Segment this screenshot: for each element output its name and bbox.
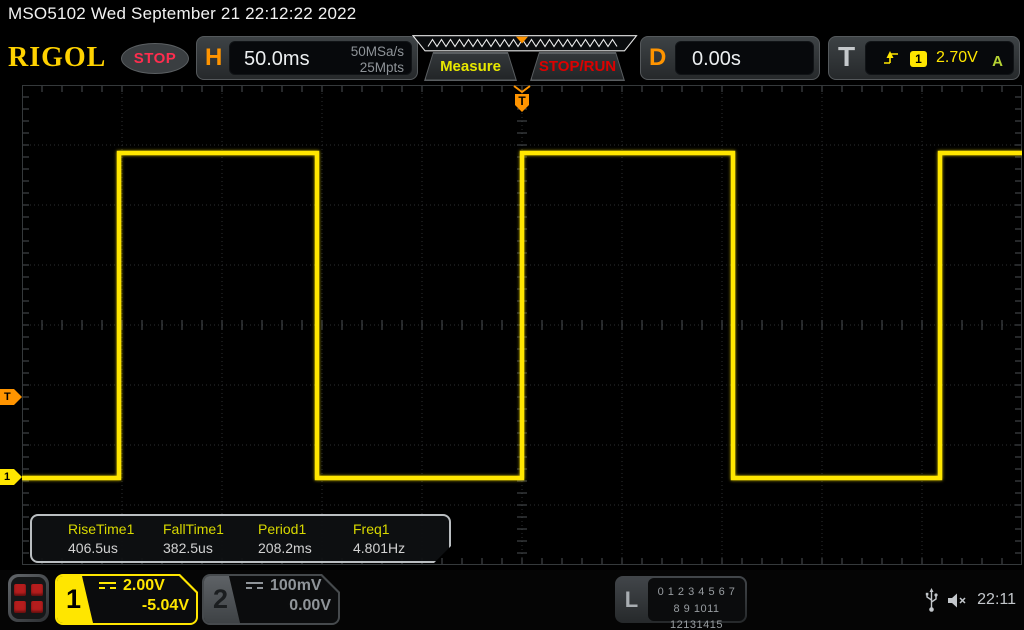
delay-label: D (649, 44, 667, 71)
measurement-freq: Freq1 4.801Hz (353, 516, 448, 561)
trigger-box: 1 2.70V A (865, 41, 1014, 75)
stop-run-button[interactable]: STOP/RUN (530, 52, 625, 81)
dc-coupling-icon (99, 581, 116, 591)
measurement-value: 406.5us (68, 540, 118, 556)
rigol-logo: RIGOL (8, 42, 107, 73)
menu-grid-icon (11, 577, 46, 619)
horizontal-label: H (205, 44, 223, 71)
channel1-scale: 2.00V (123, 577, 165, 594)
logic-label: L (624, 587, 639, 612)
measurement-value: 382.5us (163, 540, 213, 556)
logic-row2: 8 9 1011 12131415 (670, 602, 723, 630)
measurement-label: Freq1 (353, 521, 390, 537)
waveform-display[interactable]: .gd{stroke:#2b2e30;stroke-dasharray:1 3}… (22, 85, 1022, 565)
bottom-status-bar: 1 2.00V -5.04V 2 100mV 0.00V L 0 1 2 3 4… (0, 570, 1024, 630)
horizontal-timebase-block[interactable]: H 50.0ms 50MSa/s 25Mpts (196, 36, 418, 80)
measurement-label: Period1 (258, 521, 307, 537)
menu-square (14, 583, 26, 596)
rising-edge-icon (884, 51, 898, 64)
channel2-block[interactable]: 2 100mV 0.00V (202, 574, 340, 625)
samplerate-memdepth: 50MSa/s 25Mpts (351, 44, 404, 76)
trigger-source-badge: 1 (910, 50, 927, 67)
delay-block[interactable]: D 0.00s (640, 36, 820, 80)
measure-button[interactable]: Measure (424, 52, 517, 81)
memory-depth: 25Mpts (359, 60, 404, 76)
menu-square (31, 583, 43, 596)
logic-channel-list: 0 1 2 3 4 5 6 7 8 9 1011 12131415 (648, 578, 745, 630)
measurement-label: FallTime1 (163, 521, 224, 537)
channel2-scale: 100mV (270, 577, 322, 594)
trigger-label: T (838, 41, 856, 72)
delay-box: 0.00s (675, 41, 814, 75)
measurement-value: 4.801Hz (353, 540, 406, 556)
trigger-level-value: 2.70V (936, 49, 978, 66)
timebase-box: 50.0ms 50MSa/s 25Mpts (229, 41, 412, 75)
timebase-value: 50.0ms (244, 48, 310, 70)
logic-row1: 0 1 2 3 4 5 6 7 (657, 586, 736, 598)
measure-button-label: Measure (426, 54, 516, 80)
measurement-risetime: RiseTime1 406.5us (68, 516, 163, 561)
channel1-offset-marker[interactable]: 1 (0, 469, 22, 485)
trigger-sweep-mode: A (992, 53, 1003, 70)
sound-muted-icon (948, 593, 966, 607)
stop-run-button-label: STOP/RUN (532, 54, 624, 80)
measurement-label: RiseTime1 (68, 521, 135, 537)
channel2-values: 100mV 0.00V (246, 577, 331, 615)
channel1-values: 2.00V -5.04V (99, 577, 189, 615)
menu-square (14, 600, 26, 613)
channel2-offset: 0.00V (289, 597, 331, 614)
measurement-results-panel[interactable]: RiseTime1 406.5us FallTime1 382.5us Peri… (30, 514, 451, 563)
svg-text:T: T (518, 94, 526, 108)
channel1-offset: -5.04V (141, 597, 189, 614)
channel1-block[interactable]: 1 2.00V -5.04V (55, 574, 198, 625)
header-bar: RIGOL STOP H 50.0ms 50MSa/s 25Mpts Measu… (0, 30, 1024, 85)
memory-position-strip[interactable] (412, 35, 638, 52)
usb-icon (925, 587, 938, 612)
measurement-period: Period1 208.2ms (258, 516, 353, 561)
measurement-value: 208.2ms (258, 540, 312, 556)
trigger-block[interactable]: T 1 2.70V A (828, 36, 1020, 80)
measurement-falltime: FallTime1 382.5us (163, 516, 258, 561)
menu-square (31, 600, 43, 613)
dc-coupling-icon (246, 581, 263, 591)
delay-value: 0.00s (692, 48, 741, 70)
menu-grid-button[interactable] (8, 574, 49, 622)
sample-rate: 50MSa/s (350, 44, 404, 59)
model-and-datetime: MSO5102 Wed September 21 22:12:22 2022 (8, 4, 357, 23)
logic-channels-block[interactable]: L 0 1 2 3 4 5 6 7 8 9 1011 12131415 (615, 576, 747, 630)
clock-time: 22:11 (977, 591, 1016, 608)
status-icons: 22:11 (925, 570, 1020, 630)
run-state-badge: STOP (121, 43, 189, 74)
trigger-level-marker[interactable]: T (0, 389, 22, 405)
status-titlebar: MSO5102 Wed September 21 22:12:22 2022 (0, 0, 1024, 30)
